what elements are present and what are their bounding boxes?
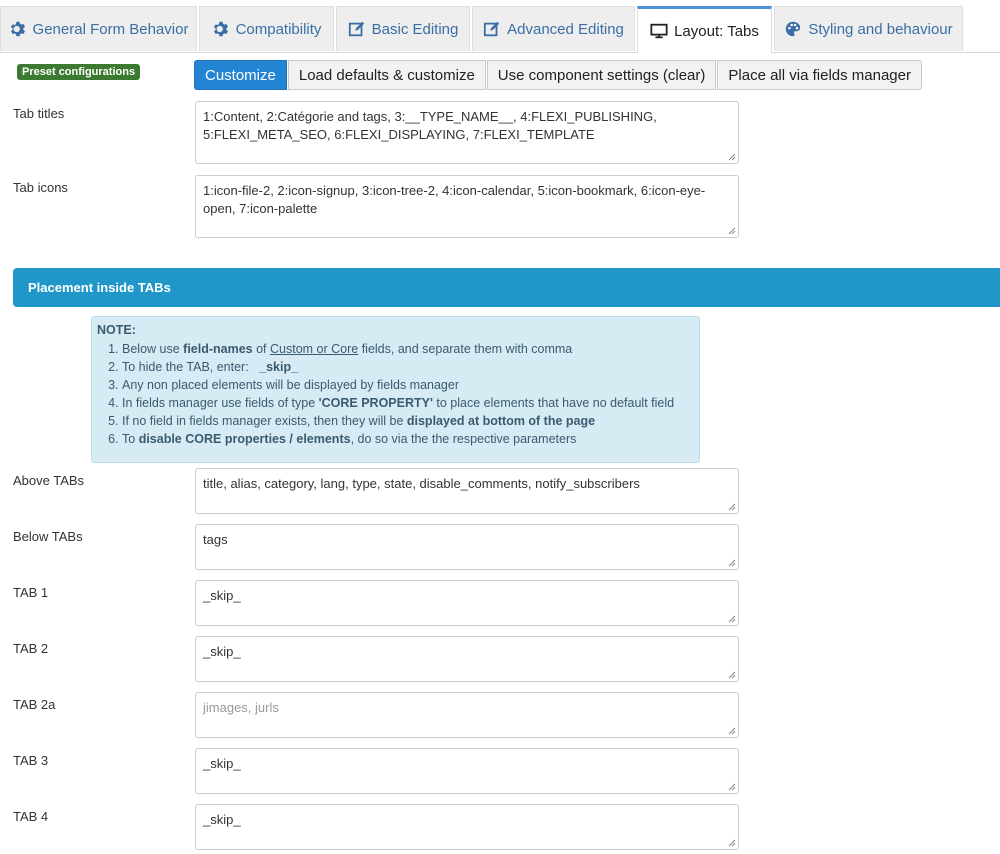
tab-basic-editing[interactable]: Basic Editing xyxy=(336,6,470,51)
tab-4-label: TAB 4 xyxy=(13,809,49,824)
tab-bar: General Form Behavior Compatibility Basi… xyxy=(0,6,1000,53)
edit-icon xyxy=(348,21,364,37)
above-tabs-field[interactable]: title, alias, category, lang, type, stat… xyxy=(195,468,739,514)
tab-3-label: TAB 3 xyxy=(13,753,49,768)
tab-label: Basic Editing xyxy=(371,20,459,38)
resize-grip-icon[interactable] xyxy=(728,615,736,623)
below-tabs-value: tags xyxy=(203,532,228,547)
tab-1-field[interactable]: _skip_ xyxy=(195,580,739,626)
note-item: To hide the TAB, enter: _skip_ xyxy=(122,358,694,376)
note-box: NOTE: Below use field-names of Custom or… xyxy=(91,316,700,463)
tab-label: General Form Behavior xyxy=(32,20,189,38)
preset-configurations-badge: Preset configurations xyxy=(17,64,141,80)
tab-icons-value: 1:icon-file-2, 2:icon-signup, 3:icon-tre… xyxy=(203,183,706,216)
section-title: Placement inside TABs xyxy=(28,280,171,295)
tab-label: Compatibility xyxy=(235,20,322,38)
note-list: Below use field-names of Custom or Core … xyxy=(97,340,694,448)
below-tabs-field[interactable]: tags xyxy=(195,524,739,570)
below-tabs-label: Below TABs xyxy=(13,529,83,544)
tab-titles-field[interactable]: 1:Content, 2:Catégorie and tags, 3:__TYP… xyxy=(195,101,739,164)
edit-icon xyxy=(484,21,500,37)
tab-advanced-editing[interactable]: Advanced Editing xyxy=(472,6,635,51)
resize-grip-icon[interactable] xyxy=(728,559,736,567)
resize-grip-icon[interactable] xyxy=(728,727,736,735)
above-tabs-value: title, alias, category, lang, type, stat… xyxy=(203,476,640,491)
resize-grip-icon[interactable] xyxy=(728,783,736,791)
tab-3-value: _skip_ xyxy=(203,756,241,771)
tab-2-label: TAB 2 xyxy=(13,641,49,656)
resize-grip-icon[interactable] xyxy=(728,227,736,235)
note-item: Below use field-names of Custom or Core … xyxy=(122,340,694,358)
tab-2a-label: TAB 2a xyxy=(13,697,56,712)
note-item: To disable CORE properties / elements, d… xyxy=(122,430,694,448)
tab-label: Layout: Tabs xyxy=(674,22,759,40)
placement-section-header: Placement inside TABs xyxy=(13,268,1000,307)
tab-3-field[interactable]: _skip_ xyxy=(195,748,739,794)
palette-icon xyxy=(786,21,801,37)
tab-icons-field[interactable]: 1:icon-file-2, 2:icon-signup, 3:icon-tre… xyxy=(195,175,739,238)
tab-label: Advanced Editing xyxy=(507,20,624,38)
tab-compatibility[interactable]: Compatibility xyxy=(199,6,334,51)
place-all-fields-manager-button[interactable]: Place all via fields manager xyxy=(717,60,922,90)
note-item: Any non placed elements will be displaye… xyxy=(122,376,694,394)
monitor-icon xyxy=(650,23,668,39)
tab-layout-tabs[interactable]: Layout: Tabs xyxy=(637,6,772,53)
tab-2-field[interactable]: _skip_ xyxy=(195,636,739,682)
tab-2a-field[interactable]: jimages, jurls xyxy=(195,692,739,738)
tab-1-label: TAB 1 xyxy=(13,585,49,600)
tab-general-form-behavior[interactable]: General Form Behavior xyxy=(0,6,197,51)
resize-grip-icon[interactable] xyxy=(728,839,736,847)
tab-titles-value: 1:Content, 2:Catégorie and tags, 3:__TYP… xyxy=(203,109,657,142)
tab-titles-label: Tab titles xyxy=(13,106,65,121)
above-tabs-label: Above TABs xyxy=(13,473,85,488)
tab-icons-label: Tab icons xyxy=(13,180,68,195)
tab-label: Styling and behaviour xyxy=(808,20,953,38)
note-item: If no field in fields manager exists, th… xyxy=(122,412,694,430)
tab-4-field[interactable]: _skip_ xyxy=(195,804,739,850)
resize-grip-icon[interactable] xyxy=(728,671,736,679)
tab-2-value: _skip_ xyxy=(203,644,241,659)
resize-grip-icon[interactable] xyxy=(728,503,736,511)
note-item: In fields manager use fields of type 'CO… xyxy=(122,394,694,412)
gear-icon xyxy=(213,21,228,37)
customize-button[interactable]: Customize xyxy=(194,60,287,90)
tab-4-value: _skip_ xyxy=(203,812,241,827)
tab-1-value: _skip_ xyxy=(203,588,241,603)
tab-styling-and-behaviour[interactable]: Styling and behaviour xyxy=(774,6,963,51)
gear-icon xyxy=(10,21,25,37)
use-component-settings-button[interactable]: Use component settings (clear) xyxy=(486,60,717,90)
load-defaults-button[interactable]: Load defaults & customize xyxy=(287,60,486,90)
preset-button-group: Customize Load defaults & customize Use … xyxy=(194,60,923,90)
note-title: NOTE: xyxy=(97,323,136,337)
resize-grip-icon[interactable] xyxy=(728,153,736,161)
tab-2a-placeholder: jimages, jurls xyxy=(203,700,279,715)
